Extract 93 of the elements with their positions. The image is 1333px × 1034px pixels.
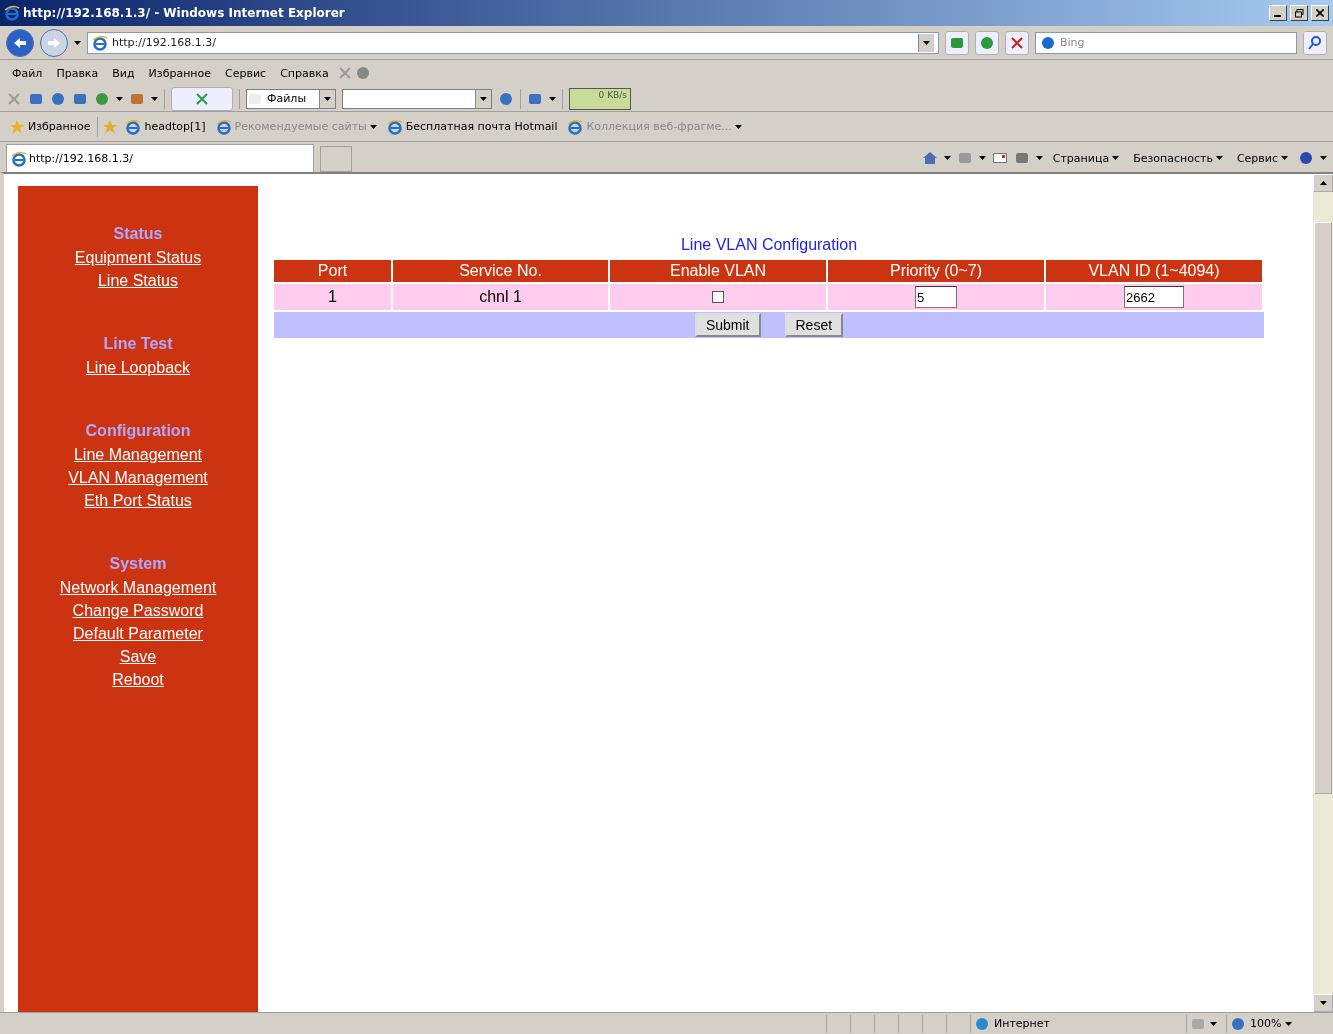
forward-button[interactable] — [40, 28, 68, 57]
minimize-button[interactable] — [1269, 5, 1287, 21]
priority-field[interactable]: 5 — [915, 286, 957, 308]
favorites-button[interactable]: Избранное — [6, 118, 94, 135]
menu-item[interactable]: Избранное — [142, 66, 218, 80]
zoom-button[interactable]: 100% — [1226, 1014, 1306, 1033]
section-heading: Status — [113, 224, 163, 244]
nav-link[interactable]: Reboot — [112, 668, 164, 691]
browser-logo-icon — [215, 118, 232, 135]
down-arrow-icon[interactable] — [1319, 1001, 1327, 1005]
browser-tab[interactable]: http://192.168.1.3/ — [6, 144, 314, 172]
section-heading: System — [109, 554, 167, 574]
window-title: http://192.168.1.3/ - Windows Internet Explorer — [23, 6, 346, 20]
browser-logo-icon — [386, 118, 403, 135]
nav-link[interactable]: Line Status — [97, 269, 178, 292]
column-header: Enable VLAN — [610, 260, 826, 282]
menu-item[interactable]: Файл — [6, 66, 49, 80]
caret-icon — [923, 40, 930, 45]
nav-link[interactable]: Network Management — [59, 576, 217, 599]
search-combo[interactable] — [342, 88, 492, 109]
nav-link[interactable]: Eth Port Status — [84, 489, 192, 512]
caret-icon — [1210, 1021, 1217, 1026]
left-arrow-icon — [13, 36, 27, 49]
caret-icon — [1285, 1021, 1293, 1026]
search-button[interactable] — [1303, 30, 1327, 55]
vlan-checkbox[interactable] — [712, 291, 724, 303]
restore-icon — [1294, 8, 1304, 18]
browser-logo-icon — [92, 34, 108, 51]
caret-icon — [74, 40, 81, 45]
browser-logo-icon — [11, 150, 27, 167]
back-button[interactable] — [6, 28, 34, 57]
nav-link[interactable]: VLAN Management — [68, 466, 208, 489]
right-arrow-icon — [47, 36, 61, 49]
close-icon — [1316, 9, 1324, 17]
menu-item[interactable]: Вид — [106, 66, 141, 80]
column-header: Priority (0~7) — [828, 260, 1044, 282]
browser-logo-icon — [4, 5, 20, 21]
dropdown-icon[interactable] — [918, 33, 934, 52]
column-header: Service No. — [393, 260, 608, 282]
section-heading: Configuration — [85, 421, 191, 441]
zone-indicator: Интернет — [970, 1014, 1186, 1033]
toolbar-button[interactable] — [171, 86, 233, 111]
command-menu[interactable]: Безопасность — [1129, 151, 1227, 165]
menu-item[interactable]: Справка — [274, 66, 335, 80]
caret-icon — [1320, 156, 1327, 160]
home-icon[interactable] — [921, 150, 938, 166]
mail-icon[interactable] — [991, 150, 1008, 166]
nav-link[interactable]: Save — [119, 645, 157, 668]
caret-icon — [480, 96, 487, 101]
scrollbar[interactable] — [1313, 174, 1333, 1012]
column-header: Port — [274, 260, 391, 282]
browser-logo-icon — [125, 118, 142, 135]
caret-icon — [369, 124, 377, 129]
caret-icon — [1281, 156, 1288, 160]
form-button[interactable]: Reset — [784, 313, 844, 337]
caret-icon — [1215, 156, 1223, 160]
browser-logo-icon — [567, 118, 584, 135]
caret-icon — [978, 156, 986, 160]
menu-item[interactable]: Правка — [50, 66, 105, 80]
caret-icon — [116, 96, 123, 101]
table-cell: 1 — [274, 284, 391, 310]
form-title: Line VLAN Configuration — [680, 236, 858, 254]
caret-icon — [1112, 156, 1120, 160]
nav-link[interactable]: Change Password — [72, 599, 204, 622]
new-tab-button[interactable] — [320, 146, 352, 172]
menu-item[interactable]: Сервис — [219, 66, 273, 80]
vlan-id-field[interactable]: 2662 — [1124, 286, 1184, 308]
search-field[interactable]: Bing — [1035, 31, 1297, 54]
caret-icon — [549, 96, 556, 101]
nav-link[interactable]: Line Management — [73, 443, 203, 466]
speed-meter: 0 KB/s — [569, 87, 631, 110]
close-button[interactable] — [1311, 5, 1329, 21]
form-button[interactable]: Submit — [694, 313, 761, 337]
section-heading: Line Test — [103, 334, 173, 354]
caret-icon — [324, 96, 331, 101]
caret-icon — [151, 96, 158, 101]
nav-link[interactable]: Equipment Status — [74, 246, 202, 269]
restore-button[interactable] — [1290, 5, 1308, 21]
command-menu[interactable]: Сервис — [1232, 151, 1292, 165]
up-arrow-icon[interactable] — [1319, 181, 1327, 185]
favorite-link[interactable]: headtop[1] — [122, 118, 209, 135]
caret-icon — [943, 156, 951, 160]
caret-icon — [734, 124, 742, 129]
column-header: VLAN ID (1~4094) — [1046, 260, 1262, 282]
star-icon[interactable] — [9, 118, 25, 135]
favorite-link[interactable]: Бесплатная почта Hotmail — [383, 118, 561, 135]
address-field[interactable]: http://192.168.1.3/ — [87, 31, 939, 54]
caret-icon — [1035, 156, 1043, 160]
files-dropdown[interactable]: Файлы — [246, 88, 336, 109]
command-menu[interactable]: Страница — [1048, 151, 1124, 165]
nav-link[interactable]: Line Loopback — [85, 356, 191, 379]
nav-link[interactable]: Default Parameter — [73, 622, 203, 645]
table-cell: chnl 1 — [393, 284, 608, 310]
